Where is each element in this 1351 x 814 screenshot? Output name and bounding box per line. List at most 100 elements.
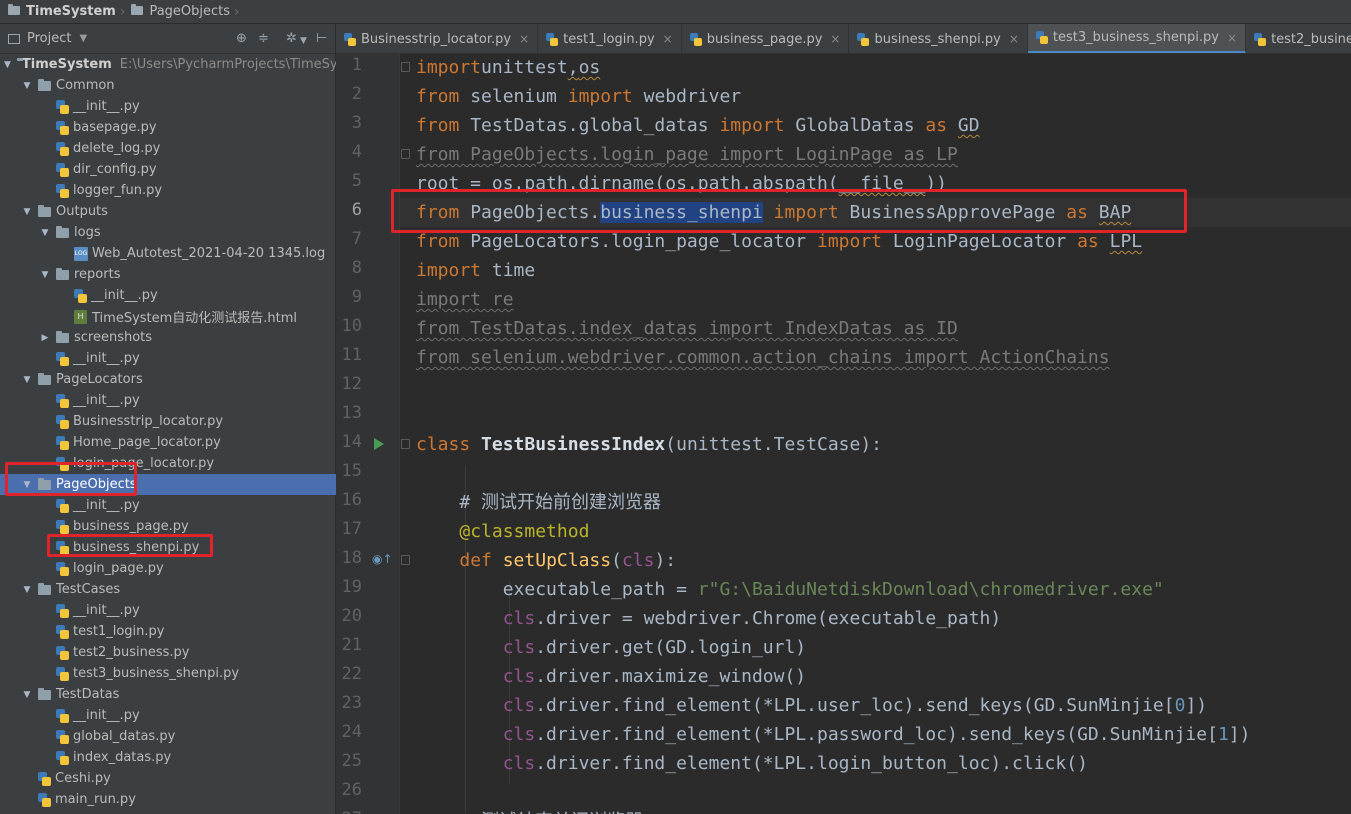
tree-file-businesstrip-locator-py[interactable]: Businesstrip_locator.py: [0, 411, 336, 432]
settings-dropdown-icon[interactable]: ▼: [300, 33, 307, 49]
close-tab-icon[interactable]: ×: [663, 32, 673, 46]
tree-folder-testdatas[interactable]: ▼ TestDatas: [0, 684, 336, 705]
code-token: from: [416, 115, 460, 136]
tree-file-init-py[interactable]: __init__.py: [0, 390, 336, 411]
fold-marker-icon[interactable]: [401, 149, 410, 159]
run-gutter-icon[interactable]: [374, 438, 384, 450]
tree-file-ceshi-py[interactable]: Ceshi.py: [0, 768, 336, 789]
tree-file-init-py[interactable]: __init__.py: [0, 96, 336, 117]
tree-file-home-page-locator-py[interactable]: Home_page_locator.py: [0, 432, 336, 453]
tree-file-login-page-locator-py[interactable]: login_page_locator.py: [0, 453, 336, 474]
close-tab-icon[interactable]: ×: [1227, 31, 1237, 45]
project-view-selector[interactable]: Project: [27, 31, 71, 46]
tree-file-init-py[interactable]: __init__.py: [0, 348, 336, 369]
tab-test1-login-py[interactable]: test1_login.py ×: [538, 24, 682, 53]
code-line[interactable]: cls.driver.find_element(*LPL.user_loc).s…: [416, 691, 1207, 720]
code-line[interactable]: from selenium import webdriver: [416, 82, 741, 111]
code-line[interactable]: import time: [416, 256, 535, 285]
tree-file-login-page-py[interactable]: login_page.py: [0, 558, 336, 579]
expand-arrow-down-icon[interactable]: ▼: [22, 207, 32, 217]
code-line[interactable]: from selenium.webdriver.common.action_ch…: [416, 343, 1110, 372]
collapse-all-icon[interactable]: ≑: [258, 31, 269, 47]
code-line[interactable]: # 测试结束关闭浏览器: [416, 807, 643, 814]
code-area[interactable]: importunittest,os from selenium import we…: [400, 54, 1351, 814]
tree-file-web-autotest-2021-04-20-1345-log[interactable]: LOG Web_Autotest_2021-04-20 1345.log: [0, 243, 336, 264]
code-line[interactable]: @classmethod: [416, 517, 589, 546]
tab-business-shenpi-py[interactable]: business_shenpi.py ×: [849, 24, 1028, 53]
close-tab-icon[interactable]: ×: [830, 32, 840, 46]
breadcrumb-folder[interactable]: PageObjects: [131, 0, 230, 24]
code-line[interactable]: from PageObjects.login_page import Login…: [416, 140, 958, 169]
code-line[interactable]: root = os.path.dirname(os.path.abspath(_…: [416, 169, 947, 198]
code-line[interactable]: cls.driver.find_element(*LPL.login_butto…: [416, 749, 1088, 778]
code-line[interactable]: executable_path = r"G:\BaiduNetdiskDownl…: [416, 575, 1164, 604]
tree-folder-pagelocators[interactable]: ▼ PageLocators: [0, 369, 336, 390]
tree-folder-outputs[interactable]: ▼ Outputs: [0, 201, 336, 222]
tree-file-timesystem-html[interactable]: H TimeSystem自动化测试报告.html: [0, 306, 336, 327]
tab-business-page-py[interactable]: business_page.py ×: [682, 24, 850, 53]
code-line[interactable]: cls.driver.find_element(*LPL.password_lo…: [416, 720, 1251, 749]
code-line[interactable]: from PageObjects.business_shenpi import …: [416, 198, 1131, 227]
tree-file-main-run-py[interactable]: main_run.py: [0, 789, 336, 810]
expand-arrow-right-icon[interactable]: ▶: [40, 333, 50, 343]
tree-file-delete-log-py[interactable]: delete_log.py: [0, 138, 336, 159]
breadcrumb-project[interactable]: TimeSystem: [8, 0, 116, 24]
expand-arrow-down-icon[interactable]: ▼: [40, 228, 50, 238]
code-line[interactable]: cls.driver = webdriver.Chrome(executable…: [416, 604, 1002, 633]
fold-marker-icon[interactable]: [401, 439, 410, 449]
expand-arrow-down-icon[interactable]: ▼: [22, 480, 32, 490]
tree-folder-reports[interactable]: ▼ reports: [0, 264, 336, 285]
fold-marker-icon[interactable]: [401, 62, 410, 72]
tree-file-test1-login-py[interactable]: test1_login.py: [0, 621, 336, 642]
tree-folder-timesystem[interactable]: ▼ TimeSystem E:\Users\PycharmProjects\Time…: [0, 54, 336, 75]
tree-file-logger-fun-py[interactable]: logger_fun.py: [0, 180, 336, 201]
tree-file-index-datas-py[interactable]: index_datas.py: [0, 747, 336, 768]
tab-businesstrip-locator-py[interactable]: Businesstrip_locator.py ×: [336, 24, 539, 53]
code-line[interactable]: from TestDatas.index_datas import IndexD…: [416, 314, 958, 343]
expand-arrow-down-icon[interactable]: ▼: [22, 690, 32, 700]
tree-file-business-shenpi-py[interactable]: business_shenpi.py: [0, 537, 336, 558]
code-line[interactable]: from TestDatas.global_datas import Globa…: [416, 111, 980, 140]
line-number: 13: [341, 403, 362, 423]
close-tab-icon[interactable]: ×: [1009, 32, 1019, 46]
tree-file-business-page-py[interactable]: business_page.py: [0, 516, 336, 537]
chevron-down-icon[interactable]: ▼: [79, 33, 87, 44]
fold-marker-icon[interactable]: [401, 555, 410, 565]
code-editor[interactable]: 1 2 3 4 5 6 7 8 9 10 11 12 13 14 15 16 17 18 19 20 21 22 23 24 2…: [336, 54, 1351, 814]
locate-file-icon[interactable]: ⊕: [236, 31, 247, 47]
tree-file-init-py[interactable]: __init__.py: [0, 285, 336, 306]
tree-folder-logs[interactable]: ▼ logs: [0, 222, 336, 243]
tree-file-test3-business-shenpi-py[interactable]: test3_business_shenpi.py: [0, 663, 336, 684]
tree-file-dir-config-py[interactable]: dir_config.py: [0, 159, 336, 180]
tree-file-init-py[interactable]: __init__.py: [0, 705, 336, 726]
code-line[interactable]: import re: [416, 285, 514, 314]
code-line[interactable]: class TestBusinessIndex(unittest.TestCas…: [416, 430, 882, 459]
hide-panel-icon[interactable]: ⊢: [316, 31, 327, 47]
tree-file-init-py[interactable]: __init__.py: [0, 495, 336, 516]
tree-folder-common[interactable]: ▼ Common: [0, 75, 336, 96]
expand-arrow-down-icon[interactable]: ▼: [4, 60, 11, 70]
code-line[interactable]: importunittest,os: [416, 53, 600, 82]
expand-arrow-down-icon[interactable]: ▼: [22, 81, 32, 91]
code-line[interactable]: from PageLocators.login_page_locator imp…: [416, 227, 1142, 256]
tree-file-global-datas-py[interactable]: global_datas.py: [0, 726, 336, 747]
tree-folder-testcases[interactable]: ▼ TestCases: [0, 579, 336, 600]
tab-test3-business-shenpi-py[interactable]: test3_business_shenpi.py ×: [1027, 24, 1247, 53]
tree-file-init-py[interactable]: __init__.py: [0, 600, 336, 621]
code-line[interactable]: cls.driver.maximize_window(): [416, 662, 806, 691]
code-token: )): [925, 173, 948, 194]
tree-file-basepage-py[interactable]: basepage.py: [0, 117, 336, 138]
gear-icon[interactable]: ✲: [286, 31, 297, 47]
expand-arrow-down-icon[interactable]: ▼: [22, 585, 32, 595]
tree-folder-pageobjects[interactable]: ▼ PageObjects: [0, 474, 336, 495]
code-line[interactable]: # 测试开始前创建浏览器: [416, 488, 661, 517]
tree-file-test2-business-py[interactable]: test2_business.py: [0, 642, 336, 663]
expand-arrow-down-icon[interactable]: ▼: [40, 270, 50, 280]
code-line[interactable]: def setUpClass(cls):: [416, 546, 676, 575]
tree-folder-screenshots[interactable]: ▶ screenshots: [0, 327, 336, 348]
override-method-icon[interactable]: ◉↑: [372, 552, 393, 566]
close-tab-icon[interactable]: ×: [519, 32, 529, 46]
code-line[interactable]: cls.driver.get(GD.login_url): [416, 633, 806, 662]
tab-test2-business-py[interactable]: test2_business.py×: [1246, 24, 1351, 53]
expand-arrow-down-icon[interactable]: ▼: [22, 375, 32, 385]
